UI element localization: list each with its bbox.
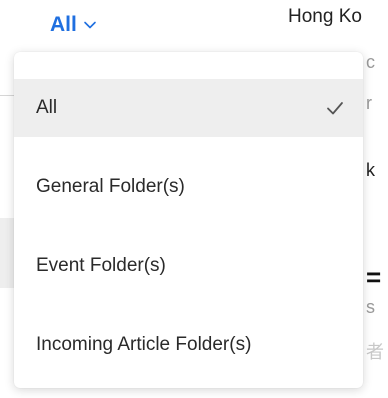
option-label: General Folder(s) xyxy=(36,176,185,197)
location-text: Hong Ko xyxy=(288,6,362,27)
filter-current-label: All xyxy=(50,13,77,36)
background-panel xyxy=(0,218,14,288)
bg-fragment-6: 者 xyxy=(366,342,384,362)
chevron-down-icon xyxy=(84,21,96,29)
bg-fragment-1: c xyxy=(366,52,375,72)
option-general-folders[interactable]: General Folder(s) xyxy=(14,158,363,216)
divider-line xyxy=(0,95,14,96)
bg-fragment-4: = xyxy=(366,262,382,292)
folder-filter-trigger[interactable]: All xyxy=(50,12,97,38)
check-icon xyxy=(327,102,343,115)
folder-filter-dropdown: All General Folder(s) Event Folder(s) In… xyxy=(14,52,363,388)
option-incoming-article-folders[interactable]: Incoming Article Folder(s) xyxy=(14,316,363,374)
option-label: All xyxy=(36,97,58,118)
bg-fragment-3: k xyxy=(366,160,375,180)
option-event-folders[interactable]: Event Folder(s) xyxy=(14,237,363,295)
bg-fragment-2: r xyxy=(366,93,372,113)
option-label: Event Folder(s) xyxy=(36,255,166,276)
option-label: Incoming Article Folder(s) xyxy=(36,334,252,355)
option-all[interactable]: All xyxy=(14,79,363,137)
bg-fragment-5: s xyxy=(366,297,375,317)
background-content-strip: c r k = s 者 xyxy=(362,0,388,398)
